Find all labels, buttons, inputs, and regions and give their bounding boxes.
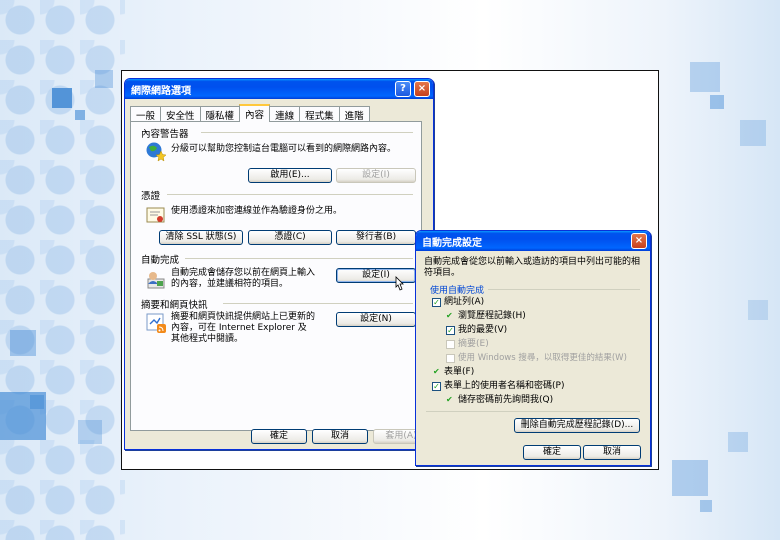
usernames-passwords-label: 表單上的使用者名稱和密碼(P) [444,381,565,391]
use-autocomplete-label: 使用自動完成 [430,286,485,296]
certificates-heading: 憑證 [141,191,161,202]
feeds-label: 摘要(E) [458,339,489,349]
close-button[interactable]: × [414,81,430,97]
cancel-button[interactable]: 取消 [583,445,641,460]
cancel-button[interactable]: 取消 [312,429,368,444]
divider [426,411,640,412]
browsing-history-label[interactable]: 瀏覽歷程記錄(H) [458,311,526,321]
decor-square [710,95,724,109]
divider [201,132,413,133]
content-advisor-desc: 分級可以幫助您控制這台電腦可以看到的網際網路內容。 [171,144,397,154]
decor-square [0,392,46,440]
decor-square [52,88,72,108]
address-bar-label: 網址列(A) [444,297,485,307]
tab-content[interactable]: 內容 [239,104,271,122]
content-advisor-heading: 內容警告器 [141,129,189,140]
forms-label[interactable]: 表單(F) [444,367,474,377]
advisor-settings-button[interactable]: 設定(I) [336,168,416,183]
decor-square [95,70,113,88]
tab-general[interactable]: 一般 [130,106,162,122]
feeds-checkbox[interactable] [446,340,455,349]
enable-button[interactable]: 啟用(E)... [248,168,332,183]
tab-privacy[interactable]: 隱私權 [199,106,241,122]
internet-options-dialog: 網際網路選項 ? × 一般 安全性 隱私權 內容 連線 程式集 進階 內容警告器… [124,78,434,450]
close-button[interactable]: × [631,233,647,249]
tab-strip: 一般 安全性 隱私權 內容 連線 程式集 進階 [130,104,370,122]
autocomplete-intro: 自動完成會從您以前輸入或造訪的項目中列出可能的相符項目。 [424,257,641,278]
clear-ssl-button[interactable]: 清除 SSL 狀態(S) [159,230,243,245]
delete-history-button[interactable]: 刪除自動完成歷程記錄(D)... [514,418,640,433]
tab-security[interactable]: 安全性 [160,106,201,122]
decor-square [10,330,36,356]
divider [223,303,413,304]
tab-programs[interactable]: 程式集 [299,106,340,122]
usernames-passwords-checkbox[interactable]: ✓ [432,382,441,391]
content-tab-panel: 內容警告器 分級可以幫助您控制這台電腦可以看到的網際網路內容。 啟用(E)...… [130,121,422,431]
decor-square [690,62,720,92]
ok-button[interactable]: 確定 [523,445,581,460]
tab-connections[interactable]: 連線 [269,106,301,122]
globe-star-icon [145,140,167,162]
decor-square [740,120,766,146]
certificate-icon [145,204,167,226]
autocomplete-settings-dialog: 自動完成設定 × 自動完成會從您以前輸入或造訪的項目中列出可能的相符項目。 使用… [415,230,651,466]
autocomplete-desc: 自動完成會儲存您以前在網頁上輸入的內容，並建議相符的項目。 [171,268,316,289]
address-bar-checkbox[interactable]: ✓ [432,298,441,307]
check-icon: ✔ [433,367,440,376]
feeds-heading: 摘要和網頁快訊 [141,300,208,311]
decor-square [78,420,102,444]
decor-square [672,460,708,496]
ok-button[interactable]: 確定 [251,429,307,444]
decor-square [728,432,748,452]
favorites-checkbox[interactable]: ✓ [446,326,455,335]
help-button[interactable]: ? [395,81,411,97]
decor-square [748,300,768,320]
certificates-button[interactable]: 憑證(C) [248,230,332,245]
certificates-desc: 使用憑證來加密連線並作為驗證身份之用。 [171,206,343,216]
publishers-button[interactable]: 發行者(B) [336,230,416,245]
windows-search-checkbox[interactable] [446,354,455,363]
window-title: 網際網路選項 [131,86,191,97]
tab-advanced[interactable]: 進階 [338,106,370,122]
windows-search-label: 使用 Windows 搜尋，以取得更佳的結果(W) [458,353,627,363]
autocomplete-heading: 自動完成 [141,255,180,266]
check-icon: ✔ [446,311,453,320]
divider [488,289,640,290]
title-bar: 網際網路選項 ? × [125,79,433,99]
window-title: 自動完成設定 [422,238,482,249]
feeds-icon [145,312,167,334]
favorites-label: 我的最愛(V) [458,325,508,335]
feeds-settings-button[interactable]: 設定(N) [336,312,416,327]
title-bar: 自動完成設定 × [416,231,650,251]
autocomplete-user-icon [145,268,167,290]
divider [167,194,413,195]
decor-square [700,500,712,512]
mouse-cursor-icon [393,276,405,295]
divider [185,258,413,259]
feeds-desc: 摘要和網頁快訊提供網站上已更新的內容，可在 Internet Explorer … [171,312,316,344]
ask-before-saving-label[interactable]: 儲存密碼前先詢問我(Q) [458,395,553,405]
decor-square [75,110,85,120]
check-icon: ✔ [446,395,453,404]
